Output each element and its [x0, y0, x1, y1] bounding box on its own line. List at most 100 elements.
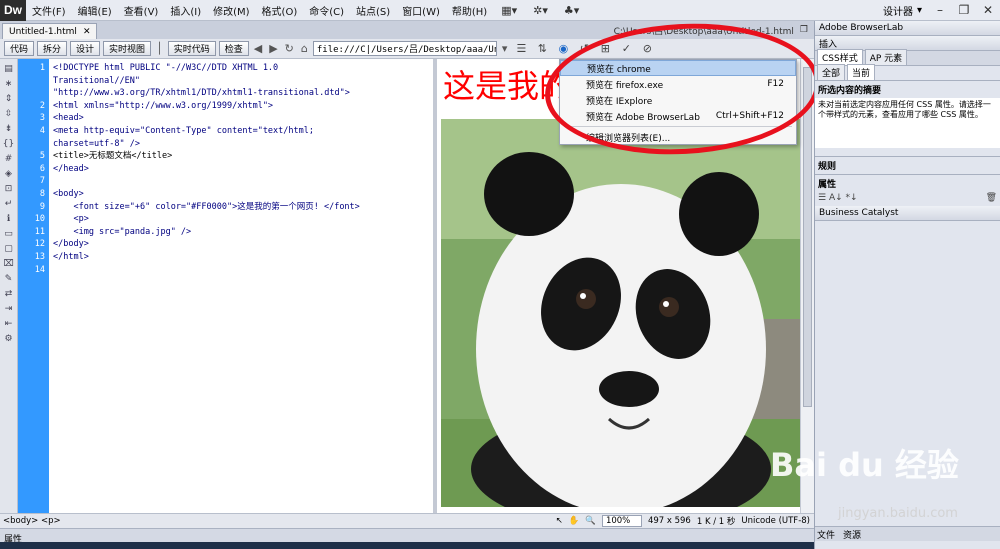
back-arrow-icon[interactable]: ◀	[252, 42, 264, 55]
code-editor[interactable]: <!DOCTYPE html PUBLIC "-//W3C//DTD XHTML…	[49, 59, 433, 513]
highlight-invalid-icon[interactable]: ◈	[0, 169, 17, 179]
code-view-button[interactable]: 代码	[4, 41, 35, 56]
tab-all[interactable]: 全部	[817, 64, 846, 80]
info-icon[interactable]: ℹ	[0, 214, 17, 224]
code-line: <body>	[53, 188, 84, 199]
panda-image[interactable]	[441, 119, 800, 507]
address-field[interactable]: file:///C|/Users/吕/Desktop/aaa/Untitl	[312, 41, 497, 56]
file-management-icon[interactable]: ⇅	[533, 42, 551, 55]
properties-section[interactable]: 属性	[815, 174, 1000, 192]
line-number	[18, 138, 49, 151]
close-icon[interactable]: ✕	[976, 3, 1000, 17]
scrollbar-thumb[interactable]	[803, 67, 812, 407]
line-number: 12	[34, 239, 45, 250]
line-number: 11	[34, 226, 45, 237]
format-source-icon[interactable]: ⚙	[0, 334, 17, 344]
options-icon[interactable]: ☰	[512, 42, 530, 55]
hand-tool-icon[interactable]: ✋	[569, 516, 580, 526]
menu-window[interactable]: 窗口(W)	[396, 3, 446, 18]
line-number: 9	[39, 201, 45, 212]
collapse-tag-icon[interactable]: ∗	[0, 79, 17, 89]
preview-browser-icon[interactable]: ◉	[554, 42, 572, 55]
line-number-gutter: 1 2 3 4 5 6 7 8 9 10 11 12 13 14	[18, 59, 49, 513]
taskbar	[0, 542, 814, 549]
tab-css-styles[interactable]: CSS样式	[817, 49, 863, 65]
code-line: <font size="+6" color="#FF0000">这是我的第一个网…	[53, 201, 360, 212]
tab-assets[interactable]: 资源	[843, 528, 861, 541]
alpha-view-icon[interactable]: A↓	[829, 193, 843, 203]
open-documents-icon[interactable]: ▤	[0, 64, 17, 74]
line-number: 7	[39, 176, 45, 187]
restore-doc-icon[interactable]: ❐	[800, 25, 808, 35]
line-numbers-icon[interactable]: #	[0, 154, 17, 164]
home-icon[interactable]: ⌂	[299, 42, 310, 55]
workspace-switcher[interactable]: 设计器 ▾	[877, 3, 928, 18]
live-code-button[interactable]: 实时代码	[167, 41, 216, 56]
forward-arrow-icon[interactable]: ▶	[267, 42, 279, 55]
word-wrap-icon[interactable]: ↵	[0, 199, 17, 209]
refresh-icon[interactable]: ↻	[283, 42, 296, 55]
expand-all-icon[interactable]: ⇳	[0, 109, 17, 119]
document-tab[interactable]: Untitled-1.html ✕	[2, 23, 98, 39]
category-view-icon[interactable]: ☰	[818, 193, 826, 203]
zoom-tool-icon[interactable]: 🔍	[585, 516, 596, 526]
set-props-icon[interactable]: *↓	[846, 193, 858, 203]
menu-view[interactable]: 查看(V)	[118, 3, 165, 18]
menu-edit[interactable]: 编辑(E)	[72, 3, 118, 18]
menu-file[interactable]: 文件(F)	[26, 3, 72, 18]
tab-current[interactable]: 当前	[847, 64, 876, 80]
select-parent-icon[interactable]: ⇟	[0, 124, 17, 134]
menu-modify[interactable]: 修改(M)	[207, 3, 255, 18]
code-line: <p>	[53, 214, 89, 225]
css-props-toolbar: ☰ A↓ *↓ 🗑	[815, 192, 1000, 204]
menu-insert[interactable]: 插入(I)	[164, 3, 207, 18]
address-dropdown-icon[interactable]: ▾	[500, 42, 510, 55]
restore-icon[interactable]: ❐	[952, 3, 976, 17]
workspace-label: 设计器	[882, 6, 913, 18]
watermark-logo: Bai du 经验	[770, 446, 959, 484]
summary-text: 未对当前选定内容应用任何 CSS 属性。请选择一个带样式的元素，查看应用了哪些 …	[815, 98, 1000, 148]
inspect-button[interactable]: 检查	[218, 41, 249, 56]
split-view-button[interactable]: 拆分	[37, 41, 68, 56]
menu-site[interactable]: 站点(S)	[350, 3, 396, 18]
business-catalyst-header[interactable]: Business Catalyst	[815, 206, 1000, 221]
line-number: 10	[34, 214, 45, 225]
select-tool-icon[interactable]: ↖	[556, 516, 563, 526]
syntax-error-icon[interactable]: ⊡	[0, 184, 17, 194]
delete-icon[interactable]: 🗑	[986, 193, 997, 203]
collapse-selection-icon[interactable]: ⇕	[0, 94, 17, 104]
line-number: 6	[39, 163, 45, 174]
outdent-icon[interactable]: ⇤	[0, 319, 17, 329]
tag-selector[interactable]: <body> <p>	[3, 516, 61, 526]
menu-help[interactable]: 帮助(H)	[446, 3, 493, 18]
tab-ap-elements[interactable]: AP 元素	[864, 49, 908, 65]
apply-comment-icon[interactable]: ▭	[0, 229, 17, 239]
site-icon[interactable]: ♣▾	[556, 4, 587, 17]
menu-commands[interactable]: 命令(C)	[303, 3, 350, 18]
line-number: 2	[39, 100, 45, 111]
remove-comment-icon[interactable]: ▢	[0, 244, 17, 254]
indent-icon[interactable]: ⇥	[0, 304, 17, 314]
tab-files[interactable]: 文件	[817, 528, 835, 541]
window-size[interactable]: 497 x 596	[648, 516, 691, 526]
close-icon[interactable]: ✕	[83, 27, 91, 37]
live-view-button[interactable]: 实时视图	[103, 41, 152, 56]
design-view-button[interactable]: 设计	[70, 41, 101, 56]
wrap-tag-icon[interactable]: ⌧	[0, 259, 17, 269]
menu-format[interactable]: 格式(O)	[256, 3, 304, 18]
download-size: 1 K / 1 秒	[696, 517, 736, 527]
recent-snippets-icon[interactable]: ✎	[0, 274, 17, 284]
code-line: </html>	[53, 251, 89, 262]
gear-icon[interactable]: ✲▾	[525, 4, 556, 17]
zoom-select[interactable]: 100%	[601, 515, 642, 527]
minimize-icon[interactable]: –	[928, 3, 952, 17]
line-number: 1	[39, 63, 45, 73]
layout-icon[interactable]: ▦▾	[493, 4, 525, 17]
balance-braces-icon[interactable]: {}	[0, 139, 17, 149]
rules-section[interactable]: 规则	[815, 156, 1000, 174]
browserlab-panel-header[interactable]: Adobe BrowserLab	[815, 21, 1000, 36]
move-css-icon[interactable]: ⇄	[0, 289, 17, 299]
css-mode-tabs: 全部 当前	[815, 64, 1000, 81]
dw-logo: Dw	[0, 0, 26, 21]
